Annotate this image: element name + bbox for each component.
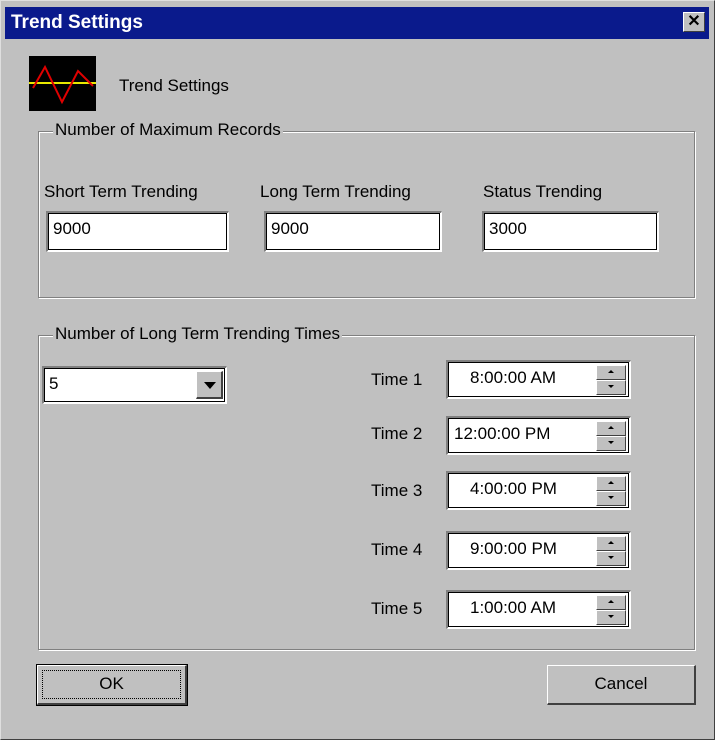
status-trending-input[interactable]: 3000 (482, 211, 659, 252)
close-icon: ✕ (687, 13, 701, 30)
time-4-value: 9:00:00 PM (470, 539, 557, 558)
long-term-times-group-title: Number of Long Term Trending Times (53, 324, 343, 344)
time-4-picker[interactable]: 9:00:00 PM (446, 531, 631, 570)
time-5-label: Time 5 (371, 599, 423, 618)
time-4-spinner[interactable] (596, 536, 626, 566)
focus-rectangle (42, 670, 181, 699)
status-trending-label: Status Trending (483, 182, 603, 201)
short-term-input[interactable]: 9000 (46, 211, 229, 252)
times-count-value: 5 (49, 374, 59, 393)
spin-down-button[interactable] (596, 491, 626, 506)
spin-up-button[interactable] (596, 536, 626, 551)
time-1-spinner[interactable] (596, 365, 626, 395)
title-bar[interactable]: Trend Settings ✕ (5, 7, 709, 39)
time-2-label: Time 2 (371, 424, 423, 443)
close-button[interactable]: ✕ (683, 12, 705, 32)
spin-down-button[interactable] (596, 436, 626, 451)
time-5-spinner[interactable] (596, 595, 626, 625)
time-3-value: 4:00:00 PM (470, 479, 557, 498)
time-3-label: Time 3 (371, 481, 423, 500)
time-3-picker[interactable]: 4:00:00 PM (446, 471, 631, 510)
time-2-picker[interactable]: 12:00:00 PM (446, 416, 631, 455)
header-label: Trend Settings (119, 76, 229, 95)
cancel-button[interactable]: Cancel (547, 665, 696, 705)
ok-button[interactable]: OK (36, 664, 188, 706)
dropdown-arrow-button[interactable] (196, 371, 223, 399)
spin-up-button[interactable] (596, 476, 626, 491)
short-term-label: Short Term Trending (44, 182, 198, 201)
time-5-picker[interactable]: 1:00:00 AM (446, 590, 631, 629)
max-records-group-title: Number of Maximum Records (53, 120, 283, 140)
spin-down-button[interactable] (596, 551, 626, 566)
spin-up-button[interactable] (596, 365, 626, 380)
spin-down-button[interactable] (596, 380, 626, 395)
trend-settings-dialog: Trend Settings ✕ Trend Settings Number o… (0, 0, 715, 740)
spin-up-button[interactable] (596, 595, 626, 610)
cancel-button-label: Cancel (594, 674, 648, 693)
time-4-label: Time 4 (371, 540, 423, 559)
spin-down-button[interactable] (596, 610, 626, 625)
window-title: Trend Settings (11, 12, 143, 33)
trend-chart-icon (29, 56, 96, 111)
time-3-spinner[interactable] (596, 476, 626, 506)
long-term-label: Long Term Trending (260, 182, 411, 201)
time-1-picker[interactable]: 8:00:00 AM (446, 360, 631, 399)
time-1-label: Time 1 (371, 370, 423, 389)
long-term-input[interactable]: 9000 (264, 211, 442, 252)
times-count-dropdown[interactable]: 5 (42, 366, 227, 404)
time-1-value: 8:00:00 AM (470, 368, 557, 387)
time-2-spinner[interactable] (596, 421, 626, 451)
spin-up-button[interactable] (596, 421, 626, 436)
time-2-value: 12:00:00 PM (454, 424, 551, 443)
time-5-value: 1:00:00 AM (470, 598, 557, 617)
